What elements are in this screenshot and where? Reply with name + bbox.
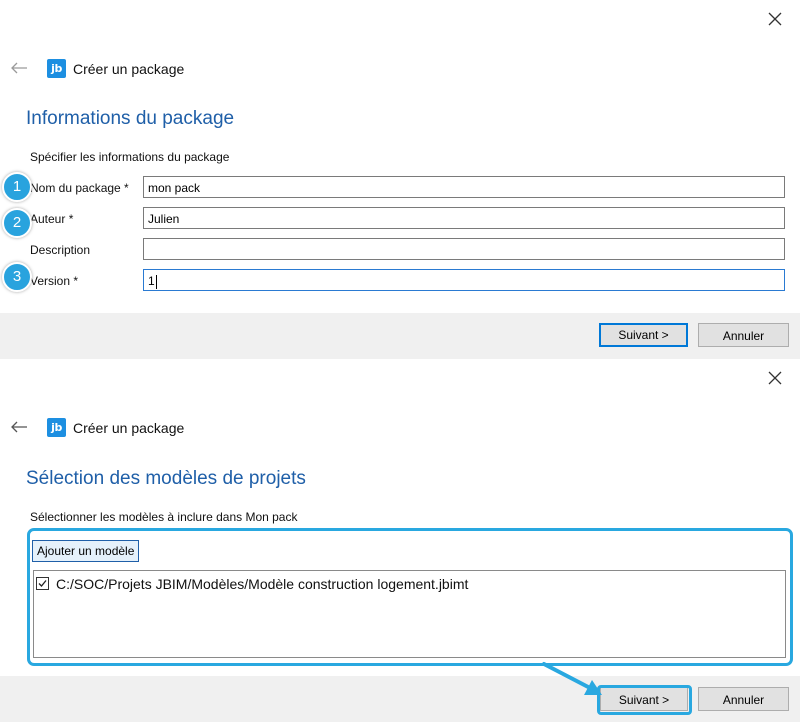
highlight-next-button [597,685,692,715]
cancel-button[interactable]: Annuler [698,687,789,711]
close-icon[interactable] [768,371,782,385]
page-subtitle: Sélectionner les modèles à inclure dans … [30,510,298,524]
back-arrow-icon[interactable] [10,421,28,433]
highlight-frame [27,528,793,666]
arrow-pointer-icon [542,662,602,695]
create-package-dialog-models: jb Créer un package Sélection des modèle… [0,0,800,724]
jb-logo-icon: jb [47,418,66,437]
page-title: Sélection des modèles de projets [26,468,306,489]
window-title: Créer un package [73,420,185,436]
